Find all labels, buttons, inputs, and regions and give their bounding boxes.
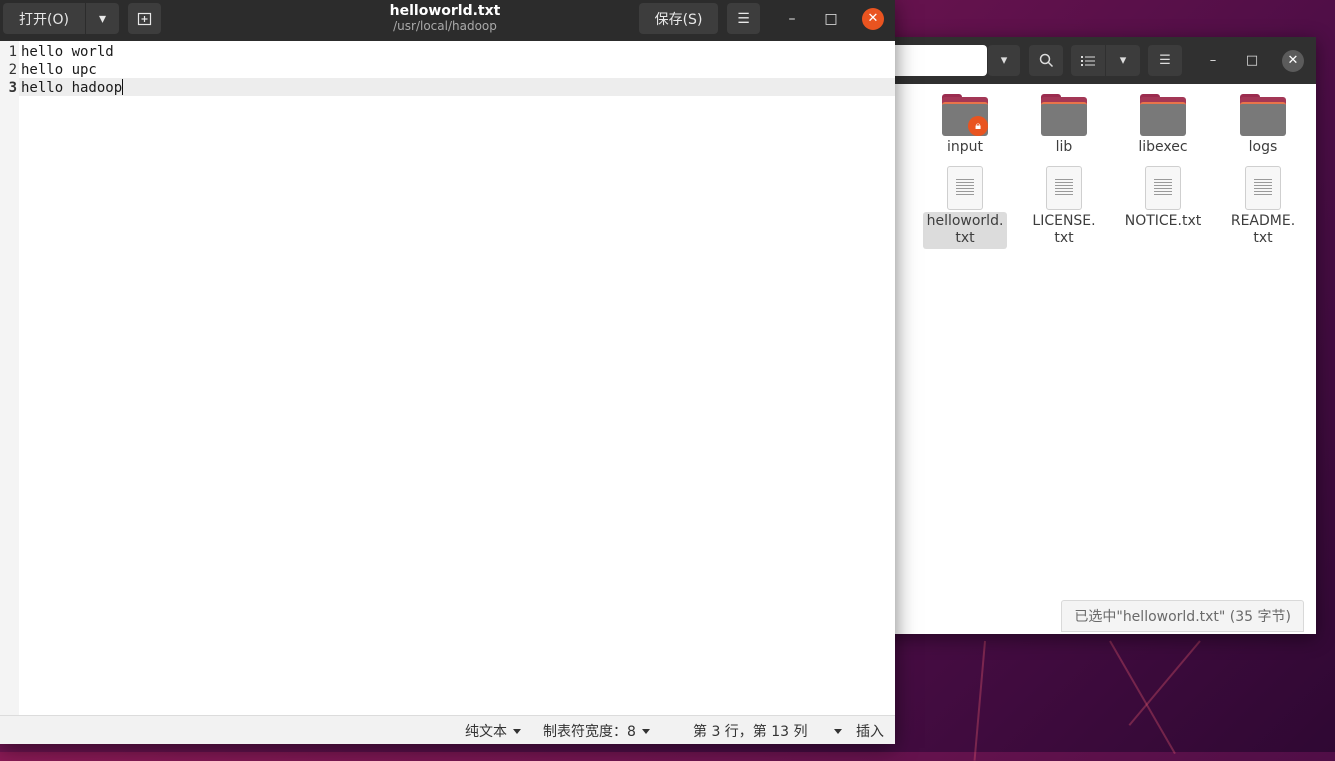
close-icon: ✕ — [867, 11, 879, 26]
selection-status: 已选中"helloworld.txt" (35 字节) — [1061, 600, 1304, 632]
editor-headerbar: 打开(O) ▾ helloworld.txt /usr/local/hadoop… — [0, 0, 895, 41]
minimize-button[interactable]: – — [782, 9, 802, 29]
dropdown-arrow-icon — [833, 729, 842, 734]
hamburger-menu-icon: ☰ — [1159, 53, 1171, 68]
minimize-icon: – — [1209, 53, 1217, 68]
file-item-readme[interactable]: README. txt — [1221, 166, 1305, 249]
close-icon: ✕ — [1287, 53, 1299, 68]
file-label: lib — [1055, 139, 1073, 155]
folder-icon — [1140, 94, 1186, 136]
file-label: NOTICE.txt — [1124, 213, 1202, 229]
folder-item-logs[interactable]: logs — [1221, 94, 1305, 158]
maximize-icon: □ — [824, 11, 838, 27]
syntax-language-selector[interactable]: 纯文本 — [465, 721, 521, 741]
open-button[interactable]: 打开(O) — [3, 3, 85, 34]
view-options-button[interactable]: ▾ — [1106, 45, 1140, 76]
file-manager-window: ▾ ▾ ☰ – □ ✕ 🔒︎ input lib libexec logs he… — [880, 37, 1316, 634]
menu-button[interactable]: ☰ — [727, 3, 760, 34]
text-line: hello upc — [21, 62, 97, 78]
window-subtitle: /usr/local/hadoop — [393, 19, 497, 33]
minimize-icon: – — [788, 11, 796, 27]
open-recent-dropdown[interactable]: ▾ — [86, 3, 119, 34]
text-file-icon — [1245, 166, 1281, 210]
location-bar[interactable] — [880, 45, 987, 76]
editor-statusbar: 纯文本 制表符宽度：8 第 3 行，第 13 列 插入 — [0, 715, 895, 744]
file-manager-headerbar: ▾ ▾ ☰ – □ ✕ — [880, 37, 1316, 84]
text-file-icon — [1046, 166, 1082, 210]
line-number: 1 — [8, 44, 17, 60]
location-dropdown-button[interactable]: ▾ — [988, 45, 1020, 76]
dropdown-arrow-icon — [513, 729, 521, 734]
file-item-license[interactable]: LICENSE. txt — [1022, 166, 1106, 249]
text-editor-window: 打开(O) ▾ helloworld.txt /usr/local/hadoop… — [0, 0, 895, 744]
current-line-highlight — [19, 78, 895, 96]
save-button[interactable]: 保存(S) — [639, 3, 718, 34]
text-line: hello world — [21, 44, 114, 60]
line-number-current: 3 — [8, 80, 17, 96]
folder-item-input[interactable]: 🔒︎ input — [923, 94, 1007, 158]
file-label: input — [946, 139, 983, 155]
close-button[interactable]: ✕ — [862, 8, 884, 30]
view-toggle-button[interactable] — [1071, 45, 1105, 76]
file-item-helloworld[interactable]: helloworld. txt — [923, 166, 1007, 249]
insert-mode-indicator: 插入 — [856, 724, 884, 740]
text-file-icon — [1145, 166, 1181, 210]
file-label: helloworld. txt — [923, 212, 1007, 249]
dropdown-arrow-icon — [641, 729, 650, 734]
folder-item-lib[interactable]: lib — [1022, 94, 1106, 158]
folder-item-libexec[interactable]: libexec — [1121, 94, 1205, 158]
fm-minimize-button[interactable]: – — [1204, 52, 1222, 70]
maximize-icon: □ — [1245, 53, 1259, 68]
chevron-down-icon: ▾ — [1119, 53, 1127, 68]
lock-icon: 🔒︎ — [968, 116, 988, 136]
maximize-button[interactable]: □ — [821, 9, 841, 29]
file-label: LICENSE. txt — [1032, 213, 1096, 246]
line-number: 2 — [8, 62, 17, 78]
line-number-gutter: 1 2 3 — [0, 41, 19, 715]
text-line-current: hello hadoop — [21, 79, 124, 96]
search-button[interactable] — [1029, 45, 1063, 76]
folder-icon: 🔒︎ — [942, 94, 988, 136]
chevron-down-icon: ▾ — [1000, 53, 1008, 68]
file-label: README. txt — [1230, 213, 1296, 246]
fm-maximize-button[interactable]: □ — [1243, 52, 1261, 70]
text-cursor — [122, 79, 124, 95]
file-label: logs — [1248, 139, 1278, 155]
new-tab-button[interactable] — [128, 3, 161, 34]
window-title: helloworld.txt — [389, 3, 501, 19]
new-tab-icon — [137, 12, 152, 26]
fm-menu-button[interactable]: ☰ — [1148, 45, 1182, 76]
text-file-icon — [947, 166, 983, 210]
folder-icon — [1240, 94, 1286, 136]
folder-icon — [1041, 94, 1087, 136]
tab-width-selector[interactable]: 制表符宽度：8 — [543, 721, 650, 741]
search-icon — [1039, 53, 1053, 68]
file-label: libexec — [1138, 139, 1188, 155]
fm-close-button[interactable]: ✕ — [1282, 50, 1304, 72]
chevron-down-icon: ▾ — [98, 10, 107, 27]
file-item-notice[interactable]: NOTICE.txt — [1121, 166, 1205, 232]
hamburger-menu-icon: ☰ — [737, 10, 750, 27]
list-view-icon — [1081, 55, 1095, 66]
cursor-position-selector[interactable]: 第 3 行，第 13 列 — [693, 721, 842, 741]
